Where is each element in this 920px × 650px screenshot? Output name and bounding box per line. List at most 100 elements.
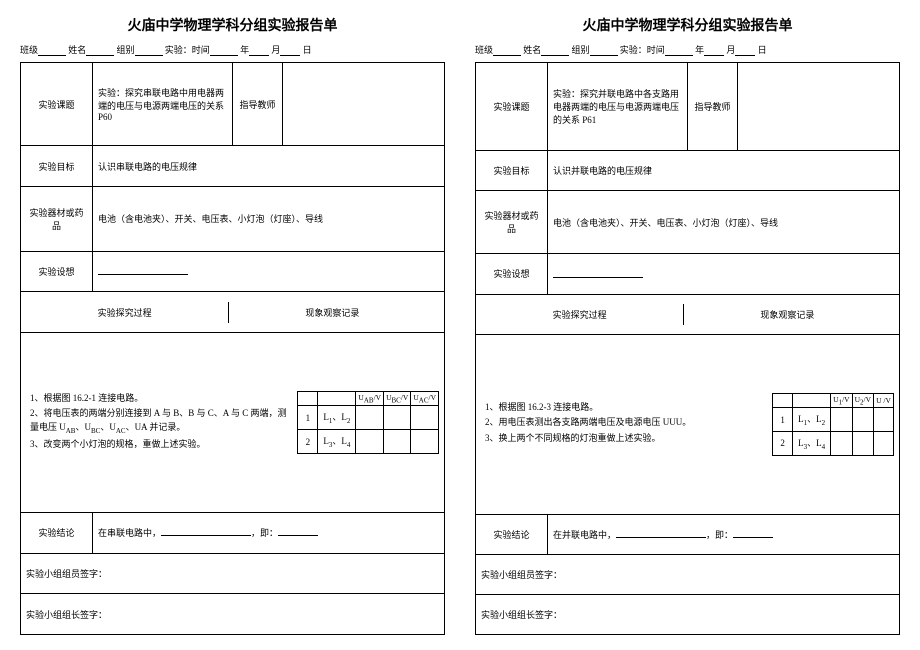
proc-text: 1、根据图 16.2-3 连接电路。 2、用电压表测出各支路两端电压及电源电压 … [481, 401, 766, 448]
blank-year[interactable] [665, 45, 693, 56]
proc-obs-body: 1、根据图 16.2-3 连接电路。 2、用电压表测出各支路两端电压及电源电压 … [476, 334, 900, 514]
blank-name[interactable] [541, 45, 569, 56]
proc-obs-header: 实验探究过程现象观察记录 [21, 292, 445, 333]
teacher-value[interactable] [283, 63, 445, 146]
goal-label: 实验目标 [476, 150, 548, 190]
goal-label: 实验目标 [21, 146, 93, 187]
assume-value[interactable] [93, 251, 445, 292]
obs-h [318, 391, 356, 406]
obs-h: UBC/V [384, 391, 411, 406]
blank-month[interactable] [704, 45, 724, 56]
concl-value[interactable]: 在串联电路中， ，即： [93, 512, 445, 553]
blank-day[interactable] [735, 45, 755, 56]
assume-label: 实验设想 [476, 254, 548, 294]
sheet-title: 火庙中学物理学科分组实验报告单 [20, 15, 445, 35]
goal-value: 认识串联电路的电压规律 [93, 146, 445, 187]
label-class: 班级 [20, 45, 38, 55]
proc-text: 1、根据图 16.2-1 连接电路。 2、将电压表的两端分别连接到 A 与 B、… [26, 392, 291, 454]
obs-cell: 2 [298, 430, 318, 454]
obs-cell: L1、L2 [318, 406, 356, 430]
blank-group[interactable] [590, 45, 618, 56]
blank-class[interactable] [493, 45, 521, 56]
obs-cell: L3、L4 [318, 430, 356, 454]
concl-value[interactable]: 在并联电路中，，即： [548, 514, 900, 554]
obs-cell[interactable] [852, 431, 873, 455]
obs-cell[interactable] [384, 406, 411, 430]
label-y: 年 [240, 45, 249, 55]
proc-header: 实验探究过程 [476, 304, 683, 325]
concl-mid: ，即： [251, 528, 278, 538]
obs-table: U1/V U2/V U /V 1 L1、L2 2 [772, 393, 894, 456]
blank-day[interactable] [280, 45, 300, 56]
concl-pre: 在串联电路中， [98, 528, 161, 538]
obs-cell[interactable] [356, 406, 384, 430]
sign-leader[interactable]: 实验小组组长签字： [21, 594, 445, 635]
obs-cell[interactable] [874, 408, 894, 432]
report-sheet-left: 火庙中学物理学科分组实验报告单 班级 姓名 组别 实验：时间 年 月 日 实验课… [20, 15, 445, 635]
proc-item: 2、用电压表测出各支路两端电压及电源电压 UUU。 [485, 416, 766, 430]
assume-value[interactable] [548, 254, 900, 294]
label-time: 实验：时间 [620, 45, 665, 55]
blank-year[interactable] [210, 45, 238, 56]
label-d: 日 [758, 45, 767, 55]
label-m: 月 [726, 45, 735, 55]
obs-cell[interactable] [384, 430, 411, 454]
label-d: 日 [303, 45, 312, 55]
label-class: 班级 [475, 45, 493, 55]
obs-h [793, 393, 831, 408]
topic-label: 实验课题 [21, 63, 93, 146]
label-m: 月 [271, 45, 280, 55]
obs-cell[interactable] [831, 408, 852, 432]
label-group: 组别 [117, 45, 135, 55]
obs-cell: 1 [298, 406, 318, 430]
obs-cell: L3、L4 [793, 431, 831, 455]
obs-cell[interactable] [852, 408, 873, 432]
obs-table: UAB/V UBC/V UAC/V 1 L1、L2 2 [297, 391, 439, 454]
sign-leader[interactable]: 实验小组组长签字： [476, 594, 900, 634]
obs-cell: 2 [773, 431, 793, 455]
blank-month[interactable] [249, 45, 269, 56]
blank-name[interactable] [86, 45, 114, 56]
blank-class[interactable] [38, 45, 66, 56]
main-table: 实验课题 实验：探究串联电路中用电器两端的电压与电源两端电压的关系 P60 指导… [20, 62, 445, 635]
obs-cell: 1 [773, 408, 793, 432]
proc-item: 1、根据图 16.2-3 连接电路。 [485, 401, 766, 415]
obs-cell[interactable] [874, 431, 894, 455]
sign-member[interactable]: 实验小组组员签字： [21, 553, 445, 594]
equip-value: 电池（含电池夹）、开关、电压表、小灯泡（灯座）、导线 [93, 186, 445, 251]
topic-value: 实验：探究并联电路中各支路用电器两端的电压与电源两端电压的关系 P61 [548, 63, 688, 151]
concl-pre: 在并联电路中， [553, 530, 616, 540]
label-y: 年 [695, 45, 704, 55]
header-line: 班级 姓名 组别 实验：时间 年 月 日 [20, 43, 445, 56]
obs-cell[interactable] [831, 431, 852, 455]
equip-value: 电池（含电池夹）、开关、电压表、小灯泡（灯座）、导线 [548, 190, 900, 254]
obs-cell[interactable] [411, 430, 439, 454]
proc-item: 2、将电压表的两端分别连接到 A 与 B、B 与 C、A 与 C 两端，测量电压… [30, 407, 291, 436]
obs-h: U /V [874, 393, 894, 408]
equip-label: 实验器材或药品 [21, 186, 93, 251]
topic-label: 实验课题 [476, 63, 548, 151]
label-group: 组别 [572, 45, 590, 55]
proc-item: 1、根据图 16.2-1 连接电路。 [30, 392, 291, 406]
header-line: 班级 姓名 组别 实验：时间 年 月 日 [475, 43, 900, 56]
obs-h [298, 391, 318, 406]
obs-h: U2/V [852, 393, 873, 408]
proc-header: 实验探究过程 [21, 302, 228, 323]
topic-value: 实验：探究串联电路中用电器两端的电压与电源两端电压的关系 P60 [93, 63, 233, 146]
obs-cell: L1、L2 [793, 408, 831, 432]
report-sheet-right: 火庙中学物理学科分组实验报告单 班级 姓名 组别 实验：时间 年 月 日 实验课… [475, 15, 900, 635]
proc-item: 3、换上两个不同规格的灯泡重做上述实验。 [485, 432, 766, 446]
obs-header: 现象观察记录 [228, 302, 435, 323]
obs-header: 现象观察记录 [683, 304, 890, 325]
sign-member[interactable]: 实验小组组员签字： [476, 554, 900, 594]
goal-value: 认识并联电路的电压规律 [548, 150, 900, 190]
proc-obs-body: 1、根据图 16.2-1 连接电路。 2、将电压表的两端分别连接到 A 与 B、… [21, 332, 445, 512]
proc-obs-header: 实验探究过程现象观察记录 [476, 294, 900, 334]
obs-cell[interactable] [411, 406, 439, 430]
sheet-title: 火庙中学物理学科分组实验报告单 [475, 15, 900, 35]
obs-cell[interactable] [356, 430, 384, 454]
teacher-label: 指导教师 [233, 63, 283, 146]
blank-group[interactable] [135, 45, 163, 56]
assume-label: 实验设想 [21, 251, 93, 292]
teacher-value[interactable] [738, 63, 900, 151]
